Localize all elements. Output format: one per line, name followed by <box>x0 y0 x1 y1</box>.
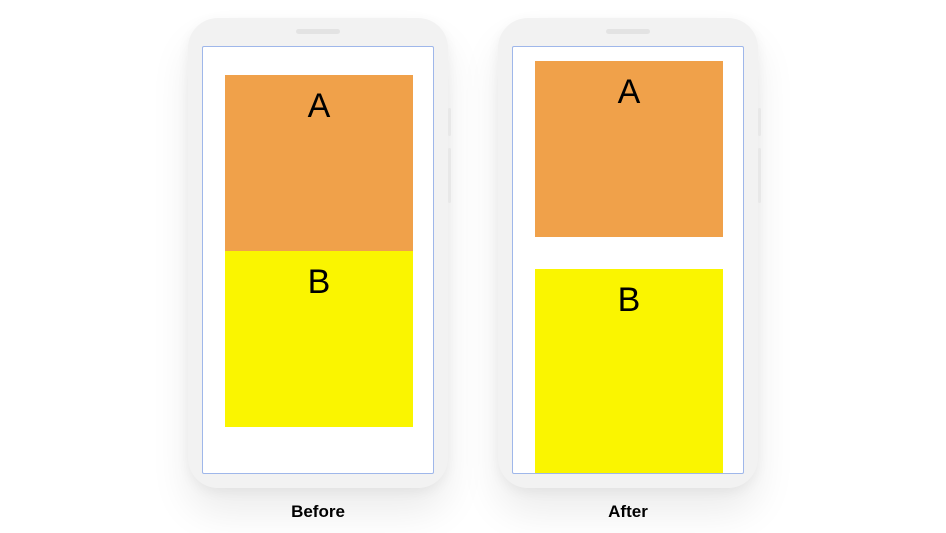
phone-side-button <box>448 148 451 203</box>
phone-side-button <box>758 148 761 203</box>
element-b: B <box>225 251 413 427</box>
diagram-stage: A B Before A B After <box>0 0 946 533</box>
phone-screen-after: A B <box>512 46 744 474</box>
element-b: B <box>535 269 723 474</box>
phone-mockup-before: A B <box>188 18 448 488</box>
caption-after: After <box>608 502 648 522</box>
phone-side-button <box>758 108 761 136</box>
element-a: A <box>225 75 413 251</box>
phone-side-button <box>448 108 451 136</box>
before-group: A B Before <box>188 18 448 522</box>
after-group: A B After <box>498 18 758 522</box>
phone-mockup-after: A B <box>498 18 758 488</box>
caption-before: Before <box>291 502 345 522</box>
element-a: A <box>535 61 723 237</box>
phone-screen-before: A B <box>202 46 434 474</box>
